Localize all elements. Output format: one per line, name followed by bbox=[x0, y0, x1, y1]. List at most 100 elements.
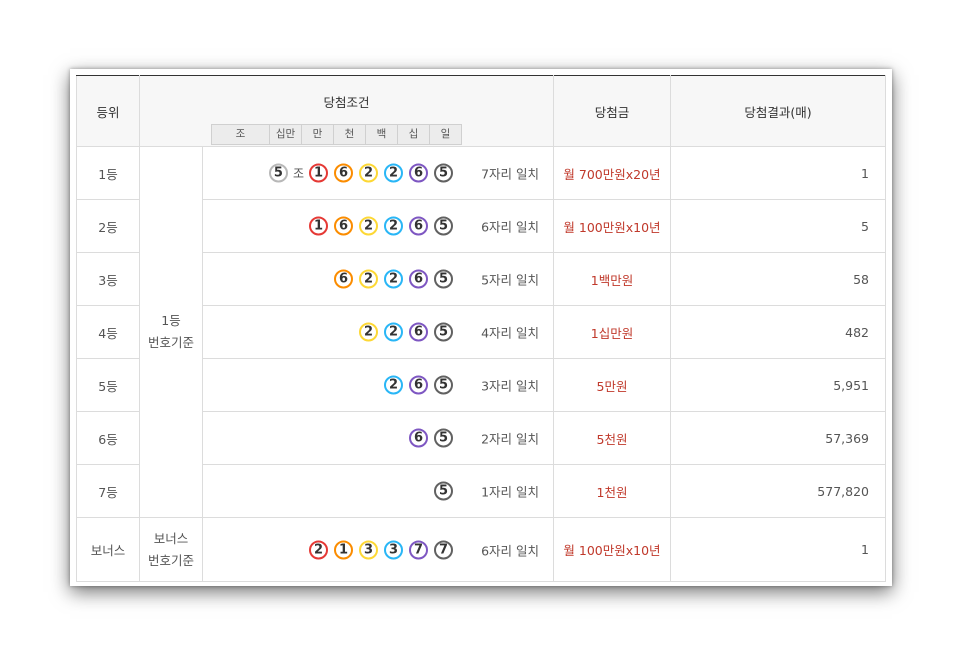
count-cell: 1 bbox=[670, 146, 886, 200]
basis-text: 번호기준 bbox=[147, 552, 194, 568]
number-ball: 6 bbox=[334, 163, 353, 183]
number-ball: 6 bbox=[409, 163, 428, 183]
number-balls: 62265 bbox=[328, 269, 453, 289]
count-cell: 57,369 bbox=[670, 411, 886, 465]
condition-cell: 6 5 2자리 일치 bbox=[202, 411, 554, 465]
condition-cell: 1 6 2 2 6 5 6자리 일치 bbox=[202, 199, 554, 253]
number-ball: 6 bbox=[334, 216, 353, 236]
number-ball: 2 bbox=[384, 163, 403, 183]
digit-header-3: 천 bbox=[333, 125, 365, 144]
number-ball: 2 bbox=[384, 375, 403, 395]
number-ball: 2 bbox=[359, 163, 378, 183]
rank-cell: 6등 bbox=[76, 411, 140, 465]
rank-cell: 3등 bbox=[76, 252, 140, 306]
condition-cell: 2 2 6 5 4자리 일치 bbox=[202, 305, 554, 359]
count-cell: 1 bbox=[670, 517, 886, 582]
number-ball: 5 bbox=[434, 481, 453, 501]
number-balls: 5 bbox=[428, 481, 453, 501]
number-ball: 2 bbox=[359, 269, 378, 289]
digit-position-header: 조 십만 만 천 백 십 일 bbox=[211, 124, 462, 145]
number-ball: 2 bbox=[384, 269, 403, 289]
number-ball: 7 bbox=[409, 540, 428, 559]
results-card: 등위 당첨조건 조 십만 만 천 백 십 일 당첨금 당첨결과(매) 1등 1등 번호기준 5 조 1… bbox=[70, 69, 892, 586]
number-ball: 6 bbox=[409, 216, 428, 236]
rank-cell: 5등 bbox=[76, 358, 140, 412]
prize-cell: 1백만원 bbox=[553, 252, 671, 306]
prize-cell: 5천원 bbox=[553, 411, 671, 465]
number-ball: 1 bbox=[309, 163, 328, 183]
number-balls: 2265 bbox=[353, 322, 453, 342]
number-balls: 5조162265 bbox=[263, 163, 453, 183]
match-text: 6자리 일치 bbox=[481, 219, 539, 235]
basis-text: 보너스 bbox=[153, 530, 189, 546]
number-ball: 6 bbox=[334, 269, 353, 289]
condition-cell: 2 1 3 3 7 7 6자리 일치 bbox=[202, 517, 554, 582]
rank-cell: 4등 bbox=[76, 305, 140, 359]
rank-cell: 1등 bbox=[76, 146, 140, 200]
digit-header-1: 십만 bbox=[269, 125, 301, 144]
number-ball: 3 bbox=[359, 540, 378, 559]
rank-cell: 보너스 bbox=[76, 517, 140, 582]
match-text: 7자리 일치 bbox=[481, 166, 539, 182]
number-balls: 162265 bbox=[303, 216, 453, 236]
number-ball: 5 bbox=[434, 269, 453, 289]
number-ball: 2 bbox=[309, 540, 328, 559]
number-ball: 5 bbox=[434, 375, 453, 395]
condition-cell: 5 조 1 6 2 2 6 5 7자리 일치 bbox=[202, 146, 554, 200]
number-ball: 5 bbox=[434, 428, 453, 448]
number-ball: 5 bbox=[434, 163, 453, 183]
header-result: 당첨결과(매) bbox=[670, 75, 886, 147]
prize-cell: 5만원 bbox=[553, 358, 671, 412]
match-text: 6자리 일치 bbox=[481, 543, 539, 558]
table-row: 1등 1등 번호기준 5 조 1 6 2 2 6 5 7자리 일치 월 700만원x20년 1 bbox=[76, 146, 886, 518]
digit-header-2: 만 bbox=[301, 125, 333, 144]
winning-results-table: 등위 당첨조건 조 십만 만 천 백 십 일 당첨금 당첨결과(매) 1등 1등 번호기준 5 조 1… bbox=[76, 75, 886, 582]
digit-header-4: 백 bbox=[365, 125, 397, 144]
match-text: 3자리 일치 bbox=[481, 378, 539, 394]
rank-cell: 2등 bbox=[76, 199, 140, 253]
header-rank: 등위 bbox=[76, 75, 140, 147]
number-ball: 6 bbox=[409, 375, 428, 395]
number-ball: 5 bbox=[434, 216, 453, 236]
number-ball: 3 bbox=[384, 540, 403, 559]
condition-cell: 6 2 2 6 5 5자리 일치 bbox=[202, 252, 554, 306]
jo-ball: 5 bbox=[268, 163, 288, 183]
header-condition-title: 당첨조건 bbox=[323, 95, 370, 110]
rank-cell: 7등 bbox=[76, 464, 140, 518]
prize-cell: 월 100만원x10년 bbox=[553, 517, 671, 582]
count-cell: 577,820 bbox=[670, 464, 886, 518]
basis-cell: 보너스번호기준 bbox=[139, 517, 203, 582]
count-cell: 5 bbox=[670, 199, 886, 253]
prize-cell: 1십만원 bbox=[553, 305, 671, 359]
header-prize: 당첨금 bbox=[553, 75, 671, 147]
number-ball: 7 bbox=[434, 540, 453, 559]
number-ball: 2 bbox=[384, 216, 403, 236]
number-ball: 6 bbox=[409, 269, 428, 289]
number-ball: 6 bbox=[409, 322, 428, 342]
number-balls: 265 bbox=[378, 375, 453, 395]
digit-header-6: 일 bbox=[429, 125, 461, 144]
table-row: 보너스 보너스 번호기준 2 1 3 3 7 7 6자리 일치 월 100만원x10년 1 bbox=[76, 517, 886, 582]
basis-cell: 1등 번호기준 bbox=[139, 146, 203, 518]
prize-cell: 월 100만원x10년 bbox=[553, 199, 671, 253]
number-ball: 2 bbox=[359, 216, 378, 236]
match-text: 1자리 일치 bbox=[481, 484, 539, 500]
number-ball: 5 bbox=[434, 322, 453, 342]
number-ball: 2 bbox=[359, 322, 378, 342]
basis-text: 1등 bbox=[161, 313, 181, 328]
number-ball: 1 bbox=[334, 540, 353, 559]
jo-label: 조 bbox=[292, 166, 304, 181]
header-row: 등위 당첨조건 조 십만 만 천 백 십 일 당첨금 당첨결과(매) bbox=[76, 75, 886, 147]
digit-header-5: 십 bbox=[397, 125, 429, 144]
digit-header-0: 조 bbox=[235, 128, 246, 140]
match-text: 2자리 일치 bbox=[481, 431, 539, 447]
match-text: 4자리 일치 bbox=[481, 325, 539, 341]
number-ball: 2 bbox=[384, 322, 403, 342]
match-text: 5자리 일치 bbox=[481, 272, 539, 288]
number-ball: 6 bbox=[409, 428, 428, 448]
prize-cell: 1천원 bbox=[553, 464, 671, 518]
count-cell: 5,951 bbox=[670, 358, 886, 412]
count-cell: 58 bbox=[670, 252, 886, 306]
count-cell: 482 bbox=[670, 305, 886, 359]
header-condition: 당첨조건 조 십만 만 천 백 십 일 bbox=[139, 75, 554, 147]
